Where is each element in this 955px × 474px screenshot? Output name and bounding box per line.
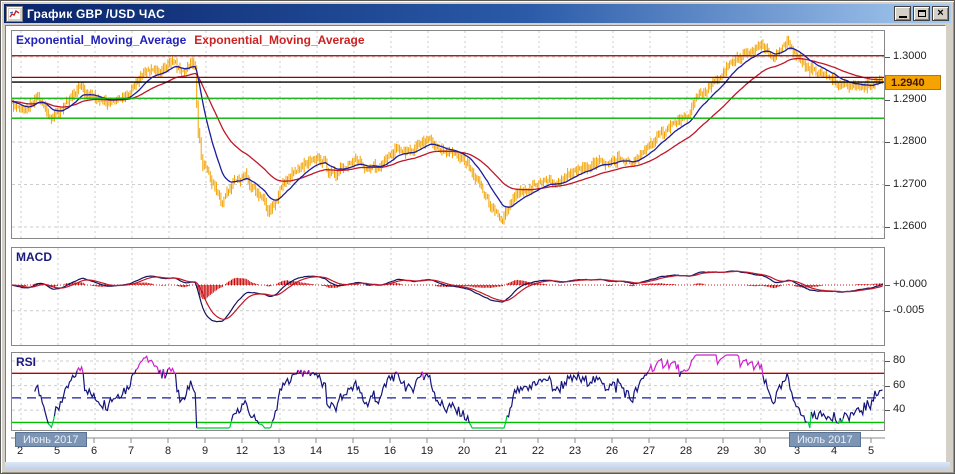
time-axis-day-label: 16 [383, 445, 397, 457]
time-axis-day-label: 14 [309, 445, 323, 457]
axis-tick [885, 227, 890, 228]
window-bottom-frame [5, 462, 950, 469]
indicator-legend: Exponential_Moving_Average Exponential_Mo… [16, 33, 365, 47]
maximize-icon [917, 10, 926, 17]
macd-chart [12, 248, 884, 345]
price-chart [12, 31, 884, 238]
maximize-button[interactable] [913, 6, 930, 21]
time-axis-day-label: 30 [753, 445, 767, 457]
time-axis-day-label: 26 [605, 445, 619, 457]
price-axis-label: 1.2900 [893, 93, 927, 105]
app-window: График GBP /USD ЧАС × Exponential_Moving… [0, 0, 955, 474]
minimize-button[interactable] [894, 6, 911, 21]
rsi-chart [12, 353, 884, 430]
window-title: График GBP /USD ЧАС [27, 6, 165, 21]
chart-client-area: Exponential_Moving_Average Exponential_Mo… [5, 25, 946, 463]
axis-tick [885, 100, 890, 101]
current-price-tag: 1.2940 [885, 75, 941, 90]
rsi-axis-label: 40 [893, 403, 906, 415]
price-panel[interactable]: Exponential_Moving_Average Exponential_Mo… [11, 30, 885, 239]
axis-tick [885, 386, 890, 387]
legend-ema-fast: Exponential_Moving_Average [16, 33, 187, 47]
time-axis-day-label: 5 [867, 445, 875, 457]
time-axis-day-label: 23 [568, 445, 582, 457]
rsi-axis-label: 60 [893, 379, 906, 391]
close-button[interactable]: × [932, 6, 949, 21]
rsi-axis-label: 80 [893, 354, 906, 366]
minimize-icon [898, 16, 907, 18]
axis-tick [885, 361, 890, 362]
time-axis-day-label: 9 [201, 445, 209, 457]
time-axis-day-label: 21 [494, 445, 508, 457]
time-axis-day-label: 28 [679, 445, 693, 457]
time-axis-day-label: 20 [457, 445, 471, 457]
price-axis-label: 1.2700 [893, 178, 927, 190]
chart-icon [6, 5, 23, 22]
time-axis-day-label: 8 [164, 445, 172, 457]
rsi-label: RSI [16, 355, 37, 369]
month-badge-june: Июнь 2017 [15, 432, 87, 447]
time-axis-day-label: 12 [235, 445, 249, 457]
price-axis-label: 1.2600 [893, 220, 927, 232]
time-axis-day-label: 7 [127, 445, 135, 457]
price-axis-label: 1.3000 [893, 50, 927, 62]
rsi-panel[interactable]: RSI [11, 352, 885, 431]
axis-tick [885, 185, 890, 186]
time-axis-day-label: 13 [272, 445, 286, 457]
close-icon: × [937, 7, 944, 19]
time-axis-day-label: 15 [346, 445, 360, 457]
macd-axis-label: +0.000 [893, 278, 927, 290]
time-axis-day-label: 22 [531, 445, 545, 457]
price-axis-label: 1.2800 [893, 135, 927, 147]
legend-ema-slow: Exponential_Moving_Average [194, 33, 365, 47]
axis-tick [885, 142, 890, 143]
axis-tick [885, 285, 890, 286]
time-axis-day-label: 27 [642, 445, 656, 457]
macd-label: MACD [16, 250, 52, 264]
axis-tick [885, 410, 890, 411]
macd-axis-label: -0.005 [893, 304, 925, 316]
month-badge-july: Июль 2017 [789, 432, 861, 447]
titlebar[interactable]: График GBP /USD ЧАС × [4, 4, 951, 23]
axis-tick [885, 57, 890, 58]
time-axis-day-label: 29 [716, 445, 730, 457]
time-axis-day-label: 6 [90, 445, 98, 457]
time-axis-day-label: 19 [420, 445, 434, 457]
axis-tick [885, 311, 890, 312]
macd-panel[interactable]: MACD [11, 247, 885, 346]
